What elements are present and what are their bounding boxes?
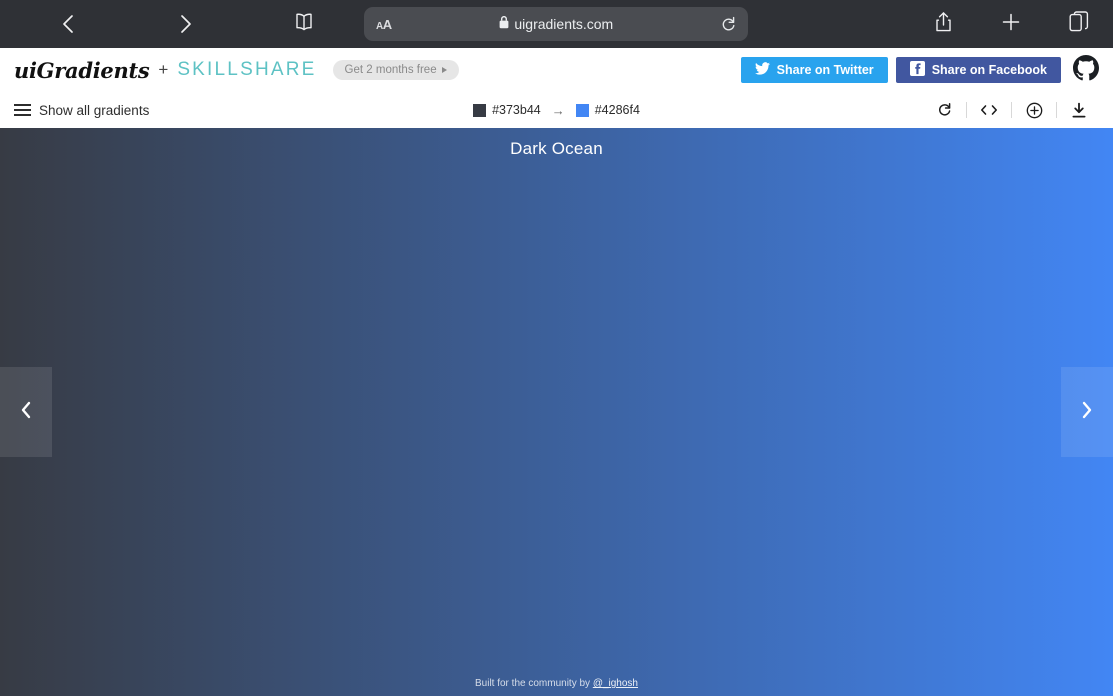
- color-swatch-end: [575, 103, 589, 117]
- randomize-icon[interactable]: [922, 92, 966, 128]
- share-twitter-button[interactable]: Share on Twitter: [740, 57, 888, 83]
- footer-credit: Built for the community by @_ighosh: [0, 678, 1113, 689]
- show-all-gradients-label: Show all gradients: [39, 102, 150, 118]
- twitter-icon: [754, 62, 770, 78]
- color-hex-start: #373b44: [492, 103, 541, 117]
- gradient-toolbar: Show all gradients #373b44 → #4286f4: [0, 92, 1113, 128]
- chevron-left-icon: [18, 399, 34, 426]
- gradient-tools: [922, 92, 1101, 128]
- chevron-right-icon: [1079, 399, 1095, 426]
- site-logo[interactable]: uiGradients: [14, 58, 150, 83]
- browser-forward-button[interactable]: [158, 0, 214, 48]
- code-icon[interactable]: [967, 92, 1011, 128]
- book-icon: [293, 12, 315, 37]
- gradient-stage: Dark Ocean Built for the community by @_…: [0, 128, 1113, 696]
- github-link[interactable]: [1073, 54, 1099, 86]
- author-link[interactable]: @_ighosh: [593, 678, 638, 689]
- share-facebook-button[interactable]: Share on Facebook: [895, 57, 1061, 83]
- share-icon: [935, 11, 952, 38]
- url-display[interactable]: uigradients.com: [392, 16, 721, 32]
- show-tabs-button[interactable]: [1045, 0, 1113, 48]
- url-text: uigradients.com: [514, 16, 614, 32]
- chevron-right-icon: [178, 13, 194, 35]
- share-twitter-label: Share on Twitter: [776, 63, 874, 77]
- site-header: uiGradients + SKILLSHARE Get 2 months fr…: [0, 48, 1113, 92]
- color-stop-end[interactable]: #4286f4: [575, 103, 640, 117]
- address-bar[interactable]: AAAA uigradients.com: [364, 7, 748, 41]
- header-actions: Share on Twitter Share on Facebook: [740, 48, 1099, 92]
- partner-logo[interactable]: SKILLSHARE: [177, 59, 316, 81]
- footer-credit-text: Built for the community by: [474, 678, 593, 689]
- new-tab-button[interactable]: [977, 0, 1045, 48]
- browser-right-actions: [909, 0, 1113, 48]
- color-stop-start[interactable]: #373b44: [473, 103, 541, 117]
- lock-icon: [499, 16, 509, 32]
- next-gradient-button[interactable]: [1061, 367, 1113, 457]
- promo-badge[interactable]: Get 2 months free: [332, 60, 459, 80]
- plus-icon: [1001, 12, 1021, 37]
- previous-gradient-button[interactable]: [0, 367, 52, 457]
- show-all-gradients-button[interactable]: Show all gradients: [14, 103, 149, 118]
- share-button[interactable]: [909, 0, 977, 48]
- triangle-right-icon: [441, 67, 447, 73]
- chevron-left-icon: [60, 13, 76, 35]
- reload-icon[interactable]: [721, 16, 736, 33]
- github-icon: [1073, 54, 1099, 86]
- promo-label: Get 2 months free: [344, 64, 437, 76]
- facebook-icon: [909, 61, 925, 79]
- color-swatch-start: [473, 103, 487, 117]
- download-icon[interactable]: [1057, 92, 1101, 128]
- gradient-direction-arrow: →: [551, 102, 565, 118]
- color-hex-end: #4286f4: [594, 103, 640, 117]
- text-size-button[interactable]: AAAA: [376, 17, 392, 32]
- tabs-icon: [1069, 11, 1089, 37]
- brand-separator: +: [158, 60, 169, 79]
- bookmarks-button[interactable]: [276, 0, 332, 48]
- hamburger-icon: [14, 104, 31, 116]
- add-icon[interactable]: [1012, 92, 1056, 128]
- gradient-title: Dark Ocean: [510, 139, 603, 158]
- browser-back-button[interactable]: [40, 0, 96, 48]
- share-facebook-label: Share on Facebook: [931, 63, 1047, 77]
- browser-toolbar: AAAA uigradients.com: [0, 0, 1113, 48]
